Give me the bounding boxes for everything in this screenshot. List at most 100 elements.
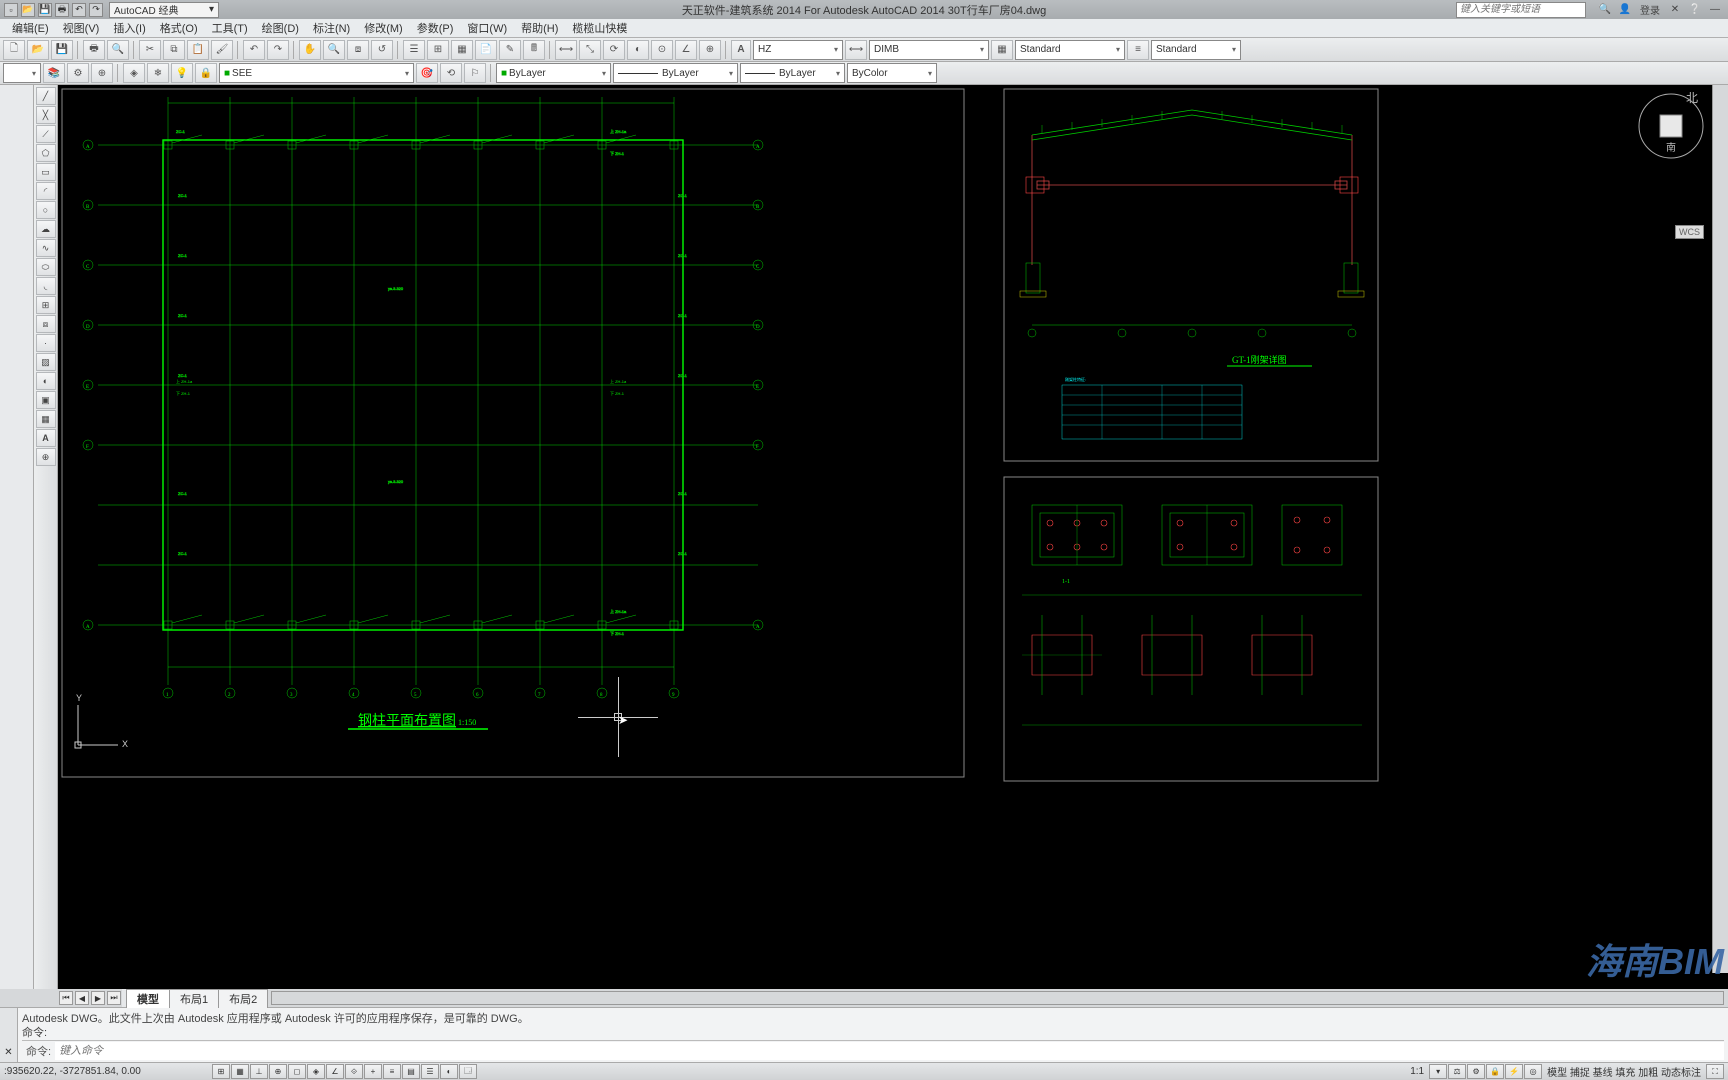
tab-last-icon[interactable]: ⏭ bbox=[107, 991, 121, 1005]
mtext-icon[interactable]: A bbox=[36, 429, 56, 447]
osnap-toggle-icon[interactable]: ◻ bbox=[288, 1064, 306, 1079]
new-icon[interactable]: ▫ bbox=[4, 3, 18, 17]
grid-toggle-icon[interactable]: ▦ bbox=[231, 1064, 249, 1079]
menu-edit[interactable]: 编辑(E) bbox=[6, 19, 55, 37]
lineweight-combo[interactable]: ByLayer▾ bbox=[740, 63, 845, 83]
linetype-combo[interactable]: ByLayer▾ bbox=[613, 63, 738, 83]
tool-save-icon[interactable]: 💾 bbox=[51, 40, 73, 60]
ellarc-icon[interactable]: ◟ bbox=[36, 277, 56, 295]
plotstyle-combo[interactable]: ByColor▾ bbox=[847, 63, 937, 83]
redo-icon[interactable]: ↷ bbox=[89, 3, 103, 17]
revcloud-icon[interactable]: ☁ bbox=[36, 220, 56, 238]
undo-icon[interactable]: ↶ bbox=[72, 3, 86, 17]
xline-icon[interactable]: ╳ bbox=[36, 106, 56, 124]
menu-dimension[interactable]: 标注(N) bbox=[307, 19, 356, 37]
tool-text-icon[interactable]: A bbox=[731, 40, 751, 60]
ortho-toggle-icon[interactable]: ⊥ bbox=[250, 1064, 268, 1079]
layer-states-icon[interactable]: ⚙ bbox=[67, 63, 89, 83]
otrack-toggle-icon[interactable]: ∠ bbox=[326, 1064, 344, 1079]
text-style-combo[interactable]: HZ▾ bbox=[753, 40, 843, 60]
qp-toggle-icon[interactable]: ☰ bbox=[421, 1064, 439, 1079]
tool-dim3-icon[interactable]: ⟳ bbox=[603, 40, 625, 60]
menu-view[interactable]: 视图(V) bbox=[57, 19, 106, 37]
gradient-icon[interactable]: ◐ bbox=[36, 372, 56, 390]
dim-style-combo[interactable]: DIMB▾ bbox=[869, 40, 989, 60]
rectangle-icon[interactable]: ▭ bbox=[36, 163, 56, 181]
tool-dim-icon[interactable]: ⟷ bbox=[555, 40, 577, 60]
layer-filter-combo[interactable]: ▾ bbox=[3, 63, 41, 83]
hatch-icon[interactable]: ▨ bbox=[36, 353, 56, 371]
arc-icon[interactable]: ◜ bbox=[36, 182, 56, 200]
command-input[interactable] bbox=[55, 1042, 1724, 1060]
lock-ui-icon[interactable]: 🔒 bbox=[1486, 1064, 1504, 1079]
tool-table-icon[interactable]: ▦ bbox=[991, 40, 1013, 60]
tool-markup-icon[interactable]: ✎ bbox=[499, 40, 521, 60]
coordinates[interactable]: :935620.22, -3727851.84, 0.00 bbox=[4, 1066, 204, 1077]
help-icon[interactable]: ❔ bbox=[1686, 2, 1704, 18]
tab-layout1[interactable]: 布局1 bbox=[169, 989, 219, 1008]
tool-undo-icon[interactable]: ↶ bbox=[243, 40, 265, 60]
line-icon[interactable]: ╱ bbox=[36, 87, 56, 105]
pline-icon[interactable]: ⟋ bbox=[36, 125, 56, 143]
sc-toggle-icon[interactable]: ◐ bbox=[440, 1064, 458, 1079]
tool-dim6-icon[interactable]: ∠ bbox=[675, 40, 697, 60]
tool-dim2-icon[interactable]: ⤡ bbox=[579, 40, 601, 60]
status-scale[interactable]: 1:1 bbox=[1406, 1066, 1428, 1077]
tool-redo-icon[interactable]: ↷ bbox=[267, 40, 289, 60]
menu-lls[interactable]: 榄榄山快模 bbox=[566, 19, 633, 37]
ducs-toggle-icon[interactable]: ⟐ bbox=[345, 1064, 363, 1079]
menu-modify[interactable]: 修改(M) bbox=[358, 19, 409, 37]
table-style-combo[interactable]: Standard▾ bbox=[1015, 40, 1125, 60]
tab-next-icon[interactable]: ▶ bbox=[91, 991, 105, 1005]
horizontal-scrollbar[interactable] bbox=[271, 991, 1724, 1005]
3dosnap-toggle-icon[interactable]: ◈ bbox=[307, 1064, 325, 1079]
tool-zoom-icon[interactable]: 🔍 bbox=[323, 40, 345, 60]
layer-lock-icon[interactable]: 🔒 bbox=[195, 63, 217, 83]
menu-draw[interactable]: 绘图(D) bbox=[256, 19, 305, 37]
hardware-icon[interactable]: ⚡ bbox=[1505, 1064, 1523, 1079]
layer-iso-icon[interactable]: ◈ bbox=[123, 63, 145, 83]
tool-qcalc-icon[interactable]: 🖩 bbox=[523, 40, 545, 60]
workspace-switch-icon[interactable]: ⚙ bbox=[1467, 1064, 1485, 1079]
ml-style-combo[interactable]: Standard▾ bbox=[1151, 40, 1241, 60]
open-icon[interactable]: 📂 bbox=[21, 3, 35, 17]
tool-matchprop-icon[interactable]: 🖌 bbox=[211, 40, 233, 60]
search-icon[interactable]: 🔍 bbox=[1596, 2, 1614, 18]
point-icon[interactable]: · bbox=[36, 334, 56, 352]
layer-off-icon[interactable]: 💡 bbox=[171, 63, 193, 83]
layer-freeze-icon[interactable]: ❄ bbox=[147, 63, 169, 83]
circle-icon[interactable]: ○ bbox=[36, 201, 56, 219]
tool-toolpal-icon[interactable]: ▦ bbox=[451, 40, 473, 60]
wcs-badge[interactable]: WCS bbox=[1675, 225, 1704, 239]
tool-new-icon[interactable]: 🗋 bbox=[3, 40, 25, 60]
snap-toggle-icon[interactable]: ⊞ bbox=[212, 1064, 230, 1079]
minimize-icon[interactable]: — bbox=[1706, 2, 1724, 18]
tab-first-icon[interactable]: ⏮ bbox=[59, 991, 73, 1005]
layer-make-icon[interactable]: 🎯 bbox=[416, 63, 438, 83]
layer-match-icon[interactable]: ⚐ bbox=[464, 63, 486, 83]
region-icon[interactable]: ▣ bbox=[36, 391, 56, 409]
save-icon[interactable]: 💾 bbox=[38, 3, 52, 17]
exchange-icon[interactable]: ✕ bbox=[1666, 2, 1684, 18]
annoscale-icon[interactable]: ⚖ bbox=[1448, 1064, 1466, 1079]
tool-plot-icon[interactable]: 🖶 bbox=[83, 40, 105, 60]
layer-combo[interactable]: ■ SEE▾ bbox=[219, 63, 414, 83]
spline-icon[interactable]: ∿ bbox=[36, 239, 56, 257]
login-icon[interactable]: 👤 bbox=[1616, 2, 1634, 18]
tool-dim5-icon[interactable]: ⊙ bbox=[651, 40, 673, 60]
color-combo[interactable]: ■ ByLayer▾ bbox=[496, 63, 611, 83]
am-toggle-icon[interactable]: 🗔 bbox=[459, 1064, 477, 1079]
command-close-icon[interactable]: ✕ bbox=[0, 1008, 18, 1062]
dyn-toggle-icon[interactable]: + bbox=[364, 1064, 382, 1079]
tool-copy-icon[interactable]: ⧉ bbox=[163, 40, 185, 60]
tool-sheet-icon[interactable]: 📄 bbox=[475, 40, 497, 60]
tab-prev-icon[interactable]: ◀ bbox=[75, 991, 89, 1005]
workspace-selector[interactable]: AutoCAD 经典 ▾ bbox=[109, 2, 219, 18]
ellipse-icon[interactable]: ⬭ bbox=[36, 258, 56, 276]
addselected-icon[interactable]: ⊕ bbox=[36, 448, 56, 466]
vertical-scrollbar[interactable] bbox=[1712, 85, 1728, 973]
tab-layout2[interactable]: 布局2 bbox=[218, 989, 268, 1008]
polygon-icon[interactable]: ⬠ bbox=[36, 144, 56, 162]
drawing-canvas[interactable]: 1 2 3 4 5 6 7 8 9 A B C D E F A bbox=[58, 85, 1728, 989]
tool-cut-icon[interactable]: ✂ bbox=[139, 40, 161, 60]
